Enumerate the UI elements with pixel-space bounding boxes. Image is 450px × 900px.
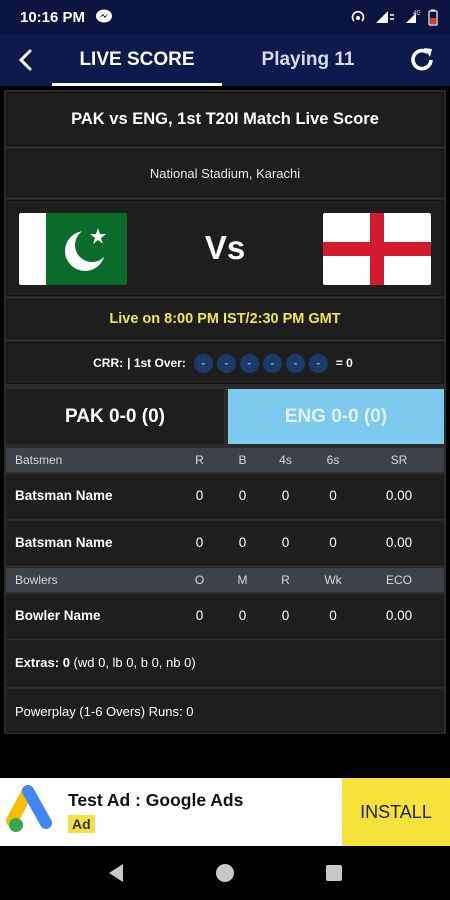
team-score-pak[interactable]: PAK 0-0 (0) xyxy=(6,389,224,444)
bowling-table-header: Bowlers O M R Wk ECO xyxy=(6,568,444,592)
header-batsmen: Batsmen xyxy=(15,453,63,467)
back-arrow-icon xyxy=(18,49,32,71)
over-total: = 0 xyxy=(335,356,353,370)
extras-row: Extras: 0 (wd 0, lb 0, b 0, nb 0) xyxy=(6,640,444,686)
tab-playing-11[interactable]: Playing 11 xyxy=(222,34,394,86)
england-flag-icon xyxy=(323,213,431,285)
ad-badge: Ad xyxy=(68,815,95,833)
header-runs: R xyxy=(195,453,204,467)
messenger-icon xyxy=(95,9,113,25)
bowler-name: Bowler Name xyxy=(15,608,101,623)
batsman-fours: 0 xyxy=(281,535,290,550)
nav-recents-icon[interactable] xyxy=(325,864,343,882)
batsman-sixes: 0 xyxy=(329,535,337,550)
batsman-strike-rate: 0.00 xyxy=(385,535,413,550)
app-bar: LIVE SCORE Playing 11 xyxy=(0,34,450,86)
back-button[interactable] xyxy=(0,34,52,86)
refresh-button[interactable] xyxy=(394,34,450,86)
header-maidens: M xyxy=(237,573,248,587)
status-icons: 4G xyxy=(350,9,438,26)
batting-table-header: Batsmen R B 4s 6s SR xyxy=(6,448,444,472)
header-balls: B xyxy=(238,453,247,467)
batsman-name: Batsman Name xyxy=(15,535,113,550)
ad-text: Test Ad : Google Ads Ad xyxy=(68,790,342,834)
powerplay-row: Powerplay (1-6 Overs) Runs: 0 xyxy=(6,689,444,733)
table-row: Bowler Name 0 0 0 0 0.00 xyxy=(6,594,444,638)
system-nav-bar xyxy=(0,846,450,900)
header-wickets: Wk xyxy=(324,573,342,587)
match-title: PAK vs ENG, 1st T20I Match Live Score xyxy=(6,92,444,146)
install-button[interactable]: INSTALL xyxy=(342,778,450,846)
bowler-maidens: 0 xyxy=(238,608,247,623)
header-economy: ECO xyxy=(385,573,412,587)
match-venue: National Stadium, Karachi xyxy=(6,149,444,197)
nav-home-icon[interactable] xyxy=(215,863,235,883)
batsman-sixes: 0 xyxy=(329,488,337,503)
live-score-panel: PAK vs ENG, 1st T20I Match Live Score Na… xyxy=(4,90,446,734)
svg-text:4G: 4G xyxy=(413,11,420,17)
table-row: Batsman Name 0 0 0 0 0.00 xyxy=(6,474,444,518)
live-time: Live on 8:00 PM IST/2:30 PM GMT xyxy=(6,299,444,339)
current-over-card: CRR: | 1st Over: - - - - - - = 0 xyxy=(6,342,444,384)
over-label: | 1st Over: xyxy=(127,356,186,370)
table-row: Batsman Name 0 0 0 0 0.00 xyxy=(6,521,444,565)
batsman-fours: 0 xyxy=(281,488,290,503)
header-runs-conceded: R xyxy=(281,573,290,587)
status-bar: 10:16 PM 4G xyxy=(0,0,450,34)
batsman-runs: 0 xyxy=(195,488,204,503)
ad-title: Test Ad : Google Ads xyxy=(68,790,244,810)
bowler-wickets: 0 xyxy=(329,608,337,623)
refresh-icon xyxy=(411,48,433,71)
batsman-balls: 0 xyxy=(238,535,247,550)
header-bowlers: Bowlers xyxy=(15,573,58,587)
status-time: 10:16 PM xyxy=(20,8,86,26)
nav-back-icon[interactable] xyxy=(107,863,125,883)
bowler-overs: 0 xyxy=(195,608,204,623)
signal-icon xyxy=(376,11,394,23)
ball-indicator: - xyxy=(262,353,282,373)
crr-label: CRR: xyxy=(93,356,124,370)
team-score-eng[interactable]: ENG 0-0 (0) xyxy=(228,389,444,444)
ad-banner[interactable]: Test Ad : Google Ads Ad INSTALL xyxy=(0,778,450,846)
header-strike-rate: SR xyxy=(390,453,408,467)
batsman-name: Batsman Name xyxy=(15,488,113,503)
header-sixes: 6s xyxy=(326,453,340,467)
ball-indicator: - xyxy=(239,353,259,373)
header-fours: 4s xyxy=(279,453,292,467)
bowler-economy: 0.00 xyxy=(385,608,413,623)
batsman-runs: 0 xyxy=(195,535,204,550)
ball-indicator: - xyxy=(193,353,213,373)
extras-detail: (wd 0, lb 0, b 0, nb 0) xyxy=(69,655,196,670)
bowler-runs: 0 xyxy=(281,608,290,623)
ball-indicator: - xyxy=(285,353,305,373)
battery-icon xyxy=(428,9,438,26)
batsman-balls: 0 xyxy=(238,488,247,503)
extras-total: Extras: 0 xyxy=(15,655,70,670)
ball-indicator: - xyxy=(308,353,328,373)
teams-card: Vs xyxy=(6,200,444,296)
google-ads-logo-icon xyxy=(4,783,62,841)
network-4g-icon: 4G xyxy=(406,11,420,23)
header-overs: O xyxy=(194,573,205,587)
batsman-strike-rate: 0.00 xyxy=(385,488,413,503)
ball-indicator: - xyxy=(216,353,236,373)
hotspot-icon xyxy=(351,10,365,22)
tab-live-score[interactable]: LIVE SCORE xyxy=(52,34,222,86)
